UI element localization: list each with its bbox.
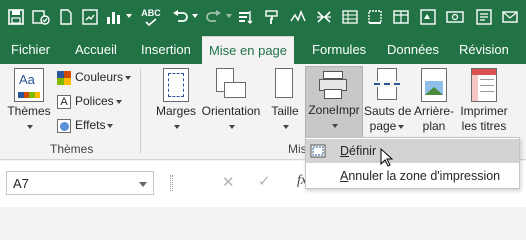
- undo-dropdown-icon[interactable]: [192, 14, 198, 18]
- group-divider: [140, 68, 141, 154]
- chevron-down-icon[interactable]: [139, 182, 147, 187]
- size-button[interactable]: Taille: [268, 68, 302, 134]
- orientation-button[interactable]: Orientation: [200, 68, 262, 134]
- print-titles-icon: [471, 68, 497, 102]
- redo-icon[interactable]: [204, 6, 224, 28]
- themes-group-label: Thèmes: [50, 142, 94, 156]
- borders-icon[interactable]: [365, 6, 385, 28]
- tab-insertion[interactable]: Insertion: [141, 36, 191, 64]
- chevron-down-icon: [174, 124, 180, 129]
- open-file-icon[interactable]: [80, 6, 100, 28]
- print-titles-button[interactable]: Imprimer les titres: [459, 68, 509, 134]
- mouse-cursor-icon: [380, 147, 394, 168]
- enter-icon[interactable]: ✓: [258, 172, 271, 190]
- chevron-down-icon: [27, 124, 33, 129]
- colors-icon: [57, 70, 71, 85]
- table-icon[interactable]: [391, 6, 411, 28]
- email-icon[interactable]: [500, 6, 520, 28]
- colors-label: Couleurs: [75, 70, 124, 84]
- margins-label: Marges: [155, 104, 196, 118]
- redo-dropdown-icon[interactable]: [226, 14, 232, 18]
- effects-icon: [57, 118, 71, 133]
- number-format-icon[interactable]: [474, 6, 494, 28]
- menu-item-define[interactable]: Définir: [306, 139, 519, 163]
- background-label-line2: plan: [422, 119, 446, 133]
- tab-fichier[interactable]: Fichier: [11, 36, 50, 64]
- tab-donnees[interactable]: Données: [387, 36, 439, 64]
- colors-button[interactable]: Couleurs: [57, 70, 132, 85]
- print-area-icon: [319, 69, 349, 101]
- chart-icon[interactable]: [103, 6, 123, 28]
- chevron-down-icon: [229, 124, 235, 129]
- currency-icon[interactable]: [444, 6, 466, 28]
- chevron-down-icon: [125, 75, 132, 80]
- tab-accueil[interactable]: Accueil: [75, 36, 117, 64]
- margins-button[interactable]: Marges: [152, 68, 200, 134]
- name-box[interactable]: A7: [6, 171, 154, 195]
- orientation-label: Orientation: [201, 104, 261, 118]
- tab-mise-en-page[interactable]: Mise en page: [202, 36, 294, 64]
- chevron-down-icon: [398, 124, 405, 129]
- fonts-label: Polices: [75, 94, 114, 108]
- chevron-down-icon: [332, 123, 338, 128]
- autosave-icon[interactable]: [30, 6, 52, 28]
- chevron-down-icon: [107, 123, 114, 128]
- chevron-down-icon: [115, 99, 122, 104]
- name-box-value: A7: [13, 176, 29, 191]
- effects-label: Effets: [75, 118, 106, 132]
- sparkline-icon[interactable]: [288, 6, 308, 28]
- chevron-down-icon: [283, 124, 289, 129]
- cancel-icon[interactable]: ✕: [222, 173, 235, 191]
- effects-button[interactable]: Effets: [57, 118, 114, 133]
- print-titles-label: Imprimer: [460, 104, 508, 118]
- orientation-icon: [216, 68, 246, 102]
- tab-formules[interactable]: Formules: [312, 36, 366, 64]
- new-file-icon[interactable]: [56, 6, 76, 28]
- breaks-button[interactable]: Sauts de page: [364, 68, 412, 134]
- tab-revision[interactable]: Révision: [459, 36, 509, 64]
- page-setup-group-label: Mis: [288, 142, 307, 156]
- size-icon: [273, 68, 297, 102]
- undo-icon[interactable]: [170, 6, 190, 28]
- print-titles-label-line2: les titres: [461, 119, 507, 133]
- themes-label: Thèmes: [7, 104, 51, 118]
- print-area-label: ZoneImpr: [308, 103, 360, 117]
- format-painter-icon[interactable]: [262, 6, 282, 28]
- fonts-button[interactable]: A Polices: [57, 94, 122, 109]
- ribbon-tabs: Fichier Accueil Insertion Mise en page F…: [0, 36, 526, 64]
- background-label: Arrière-: [413, 104, 454, 118]
- menu-item-define-label: éfinir: [349, 144, 377, 158]
- size-label: Taille: [271, 104, 299, 118]
- menu-item-clear-label: nnuler la zone d'impression: [348, 169, 501, 183]
- themes-icon: Aa: [14, 68, 44, 102]
- print-area-button[interactable]: ZoneImpr: [305, 66, 363, 138]
- menu-item-define-accesskey: D: [340, 144, 350, 158]
- conditional-format-icon[interactable]: [340, 6, 360, 28]
- chart-dropdown-icon[interactable]: [126, 14, 132, 18]
- margins-icon: [163, 68, 189, 102]
- fill-color-icon[interactable]: [418, 6, 438, 28]
- breaks-label: Sauts de: [364, 104, 412, 118]
- spelling-icon[interactable]: ABC: [140, 6, 162, 28]
- print-area-define-icon: [310, 142, 328, 160]
- breaks-icon: [374, 68, 400, 102]
- quick-access-toolbar: ABC: [0, 0, 526, 36]
- background-button[interactable]: Arrière- plan: [412, 68, 456, 134]
- breaks-label-line2: page: [369, 119, 397, 133]
- sort-icon[interactable]: [236, 6, 256, 28]
- menu-item-clear[interactable]: Annuler la zone d'impression: [306, 164, 519, 188]
- fonts-icon: A: [57, 94, 71, 109]
- strikethrough-icon[interactable]: [314, 6, 334, 28]
- print-area-menu: Définir Annuler la zone d'impression: [305, 137, 520, 189]
- themes-button[interactable]: Aa Thèmes: [6, 68, 52, 134]
- save-icon[interactable]: [6, 6, 26, 28]
- formula-bar-grip[interactable]: [170, 175, 173, 191]
- background-icon: [421, 68, 447, 102]
